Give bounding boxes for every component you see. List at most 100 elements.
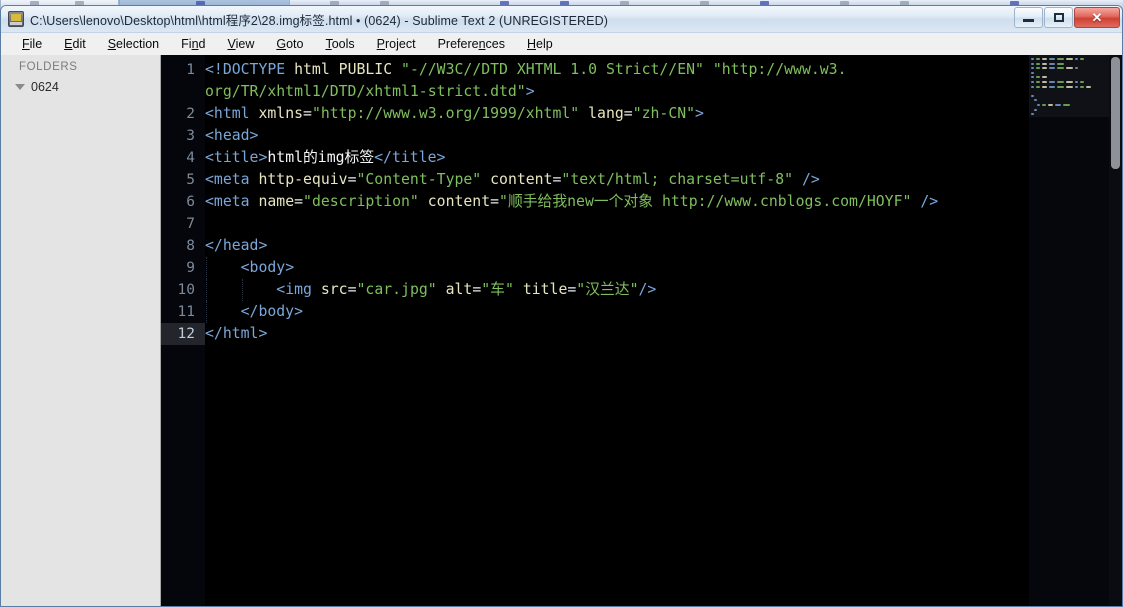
sidebar: FOLDERS 0624 — [1, 55, 161, 606]
sidebar-item-label: 0624 — [31, 80, 59, 94]
minimap-line-segment — [1086, 85, 1091, 88]
minimap-line-segment — [1054, 104, 1061, 106]
minimap-line-segment — [1062, 104, 1070, 106]
minimap-line-segment — [1031, 71, 1034, 74]
minimap-line-segment — [1042, 62, 1047, 65]
maximize-icon — [1053, 13, 1064, 22]
minimap-line-segment — [1066, 67, 1073, 70]
vertical-scrollbar[interactable] — [1109, 55, 1122, 606]
minimap-line-segment — [1057, 58, 1064, 60]
code-line[interactable]: <body> — [205, 257, 1122, 279]
menubar: File Edit Selection Find View Goto Tools Projec… — [1, 33, 1122, 55]
minimap-line-segment — [1031, 62, 1034, 65]
code-line[interactable]: </html> — [205, 323, 1122, 345]
line-number: 9 — [186, 260, 195, 276]
minimap-line-segment — [1049, 85, 1055, 88]
menu-item-find[interactable]: Find — [170, 37, 216, 51]
line-number-gutter: 1 2 3 4 5 6 7 8 9 10 11 12 — [161, 55, 205, 606]
menu-item-tools[interactable]: Tools — [314, 37, 365, 51]
line-number: 3 — [186, 128, 195, 144]
minimap-line-segment — [1075, 58, 1078, 60]
menu-item-project[interactable]: Project — [366, 37, 427, 51]
minimap-line-segment — [1057, 62, 1064, 65]
minimap-line-segment — [1080, 85, 1084, 88]
code-content[interactable]: <!DOCTYPE html PUBLIC "-//W3C//DTD XHTML… — [205, 55, 1122, 606]
menu-item-file[interactable]: File — [11, 37, 53, 51]
line-number: 8 — [186, 238, 195, 254]
indent-guide — [241, 279, 243, 301]
line-number: 12 — [161, 323, 205, 345]
code-line[interactable]: <meta http-equiv="Content-Type" content=… — [205, 169, 1122, 191]
workspace: FOLDERS 0624 1 2 3 4 5 6 7 8 9 10 11 12 <!DOCTYPE … — [1, 55, 1122, 606]
menu-item-selection[interactable]: Selection — [97, 37, 170, 51]
screen: C:\Users\lenovo\Desktop\html\html程序2\28.… — [0, 0, 1123, 607]
triangle-down-icon[interactable] — [15, 84, 25, 90]
code-line[interactable]: </head> — [205, 235, 1122, 257]
window-title: C:\Users\lenovo\Desktop\html\html程序2\28.… — [30, 13, 608, 28]
indent-guide — [206, 257, 207, 279]
menu-item-edit[interactable]: Edit — [53, 37, 97, 51]
minimap-line-segment — [1049, 62, 1055, 65]
minimap-line-segment — [1042, 81, 1047, 83]
code-line[interactable]: <head> — [205, 125, 1122, 147]
minimap-line-segment — [1042, 85, 1047, 88]
minimap-line-segment — [1049, 67, 1055, 70]
menu-item-view[interactable]: View — [216, 37, 265, 51]
line-number: 11 — [177, 304, 195, 320]
minimap-line-segment — [1031, 85, 1034, 88]
minimap-line-segment — [1049, 58, 1055, 60]
menu-item-help[interactable]: Help — [516, 37, 564, 51]
indent-guide — [206, 301, 207, 323]
editor[interactable]: 1 2 3 4 5 6 7 8 9 10 11 12 <!DOCTYPE html PUBLIC "… — [161, 55, 1122, 606]
line-number: 1 — [186, 62, 195, 78]
minimap-line-segment — [1066, 85, 1073, 88]
minimap-line-segment — [1066, 81, 1073, 83]
minimap-line-segment — [1057, 67, 1064, 70]
line-number: 6 — [186, 194, 195, 210]
line-number: 5 — [186, 172, 195, 188]
close-icon: ✕ — [1091, 10, 1103, 25]
line-number: 4 — [186, 150, 195, 166]
minimap-line-segment — [1041, 104, 1046, 106]
minimap-line-segment — [1075, 85, 1078, 88]
minimap-line-segment — [1031, 58, 1034, 60]
minimap-line-segment — [1057, 81, 1064, 83]
line-number-blank — [161, 81, 205, 103]
maximize-button[interactable] — [1044, 7, 1073, 28]
indent-guide — [206, 279, 207, 301]
minimap-line-segment — [1057, 85, 1064, 88]
minimap-line-segment — [1036, 62, 1040, 65]
minimize-button[interactable] — [1014, 7, 1043, 28]
minimap-line-segment — [1033, 108, 1037, 111]
minimap-line-segment — [1036, 104, 1040, 106]
scrollbar-thumb[interactable] — [1111, 57, 1120, 169]
code-minimap[interactable] — [1029, 55, 1109, 606]
minimap-line-segment — [1075, 81, 1078, 83]
menu-item-goto[interactable]: Goto — [265, 37, 314, 51]
code-line[interactable]: </body> — [205, 301, 1122, 323]
close-button[interactable]: ✕ — [1074, 7, 1120, 28]
code-line[interactable]: <img src="car.jpg" alt="车" title="汉兰达"/> — [205, 279, 1122, 301]
minimap-line-segment — [1042, 67, 1047, 70]
code-line[interactable]: <title>html的img标签</title> — [205, 147, 1122, 169]
minimap-line-segment — [1031, 94, 1034, 97]
sublime-text-window: C:\Users\lenovo\Desktop\html\html程序2\28.… — [0, 5, 1123, 607]
minimap-line-segment — [1036, 85, 1040, 88]
window-controls: ✕ — [1013, 7, 1120, 28]
line-number: 7 — [186, 216, 195, 232]
minimap-line-segment — [1047, 104, 1053, 106]
code-line[interactable]: <!DOCTYPE html PUBLIC "-//W3C//DTD XHTML… — [205, 59, 1122, 81]
sidebar-section-header: FOLDERS — [19, 61, 78, 73]
code-line[interactable]: <meta name="description" content="顺手给我ne… — [205, 191, 1122, 213]
code-line[interactable]: <html xmlns="http://www.w3.org/1999/xhtm… — [205, 103, 1122, 125]
sidebar-item-folder-0624[interactable]: 0624 — [1, 78, 160, 96]
minimap-line-segment — [1036, 81, 1040, 83]
minimize-icon — [1023, 18, 1034, 22]
code-line[interactable]: org/TR/xhtml1/DTD/xhtml1-strict.dtd"> — [205, 81, 1122, 103]
code-line[interactable] — [205, 213, 1122, 235]
sublime-text-icon — [8, 11, 24, 27]
minimap-line-segment — [1036, 67, 1040, 70]
titlebar: C:\Users\lenovo\Desktop\html\html程序2\28.… — [1, 6, 1122, 33]
menu-item-preferences[interactable]: Preferences — [427, 37, 516, 51]
line-number: 2 — [186, 106, 195, 122]
